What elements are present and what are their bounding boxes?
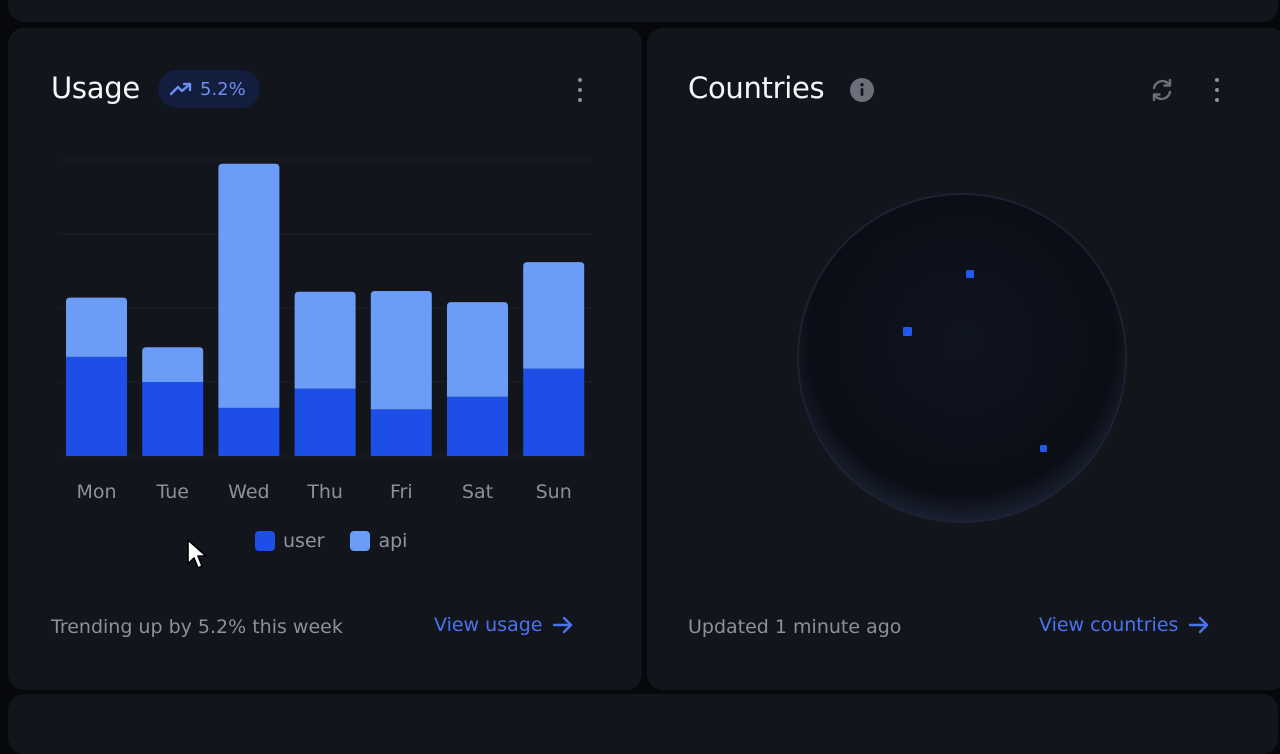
bar-api-sat[interactable]	[447, 302, 508, 397]
bar-user-fri[interactable]	[370, 409, 432, 456]
legend-item-api[interactable]: api	[350, 530, 407, 552]
bar-user-wed[interactable]	[218, 407, 280, 456]
view-usage-link[interactable]: View usage	[434, 614, 574, 636]
legend-swatch-api	[350, 531, 371, 551]
legend-item-user[interactable]: user	[255, 530, 324, 552]
mouse-cursor-icon	[187, 539, 207, 569]
usage-footer-text: Trending up by 5.2% this week	[51, 616, 343, 638]
countries-card: Countries Updated 1 minute ago View coun…	[647, 28, 1280, 690]
x-tick-label: Fri	[390, 481, 413, 503]
refresh-icon[interactable]	[1149, 77, 1175, 107]
view-countries-link[interactable]: View countries	[1039, 614, 1210, 636]
view-usage-label: View usage	[434, 614, 543, 636]
bar-user-thu[interactable]	[294, 388, 356, 456]
bottom-card-strip	[8, 694, 1278, 754]
country-marker[interactable]	[1040, 445, 1047, 452]
arrow-right-icon	[553, 616, 573, 634]
bar-api-wed[interactable]	[218, 163, 280, 408]
bar-api-tue[interactable]	[142, 347, 204, 382]
bar-api-thu[interactable]	[294, 291, 356, 389]
x-tick-label: Sun	[536, 481, 572, 503]
arrow-right-icon	[1189, 616, 1209, 634]
x-tick-label: Tue	[155, 481, 188, 503]
countries-title: Countries	[688, 71, 825, 105]
usage-bar-chart: Mon Tue Wed Thu Fri Sat Sun	[58, 159, 592, 503]
bar-user-sat[interactable]	[447, 396, 508, 456]
legend-swatch-user	[255, 531, 275, 551]
bar-api-fri[interactable]	[370, 290, 432, 410]
country-marker[interactable]	[903, 327, 912, 336]
countries-more-menu-icon[interactable]	[1213, 78, 1221, 102]
countries-footer-text: Updated 1 minute ago	[688, 616, 902, 638]
legend-label-user: user	[283, 530, 325, 552]
view-countries-label: View countries	[1039, 614, 1179, 636]
usage-card: Usage 5.2% Mon Tue Wed Thu Fri Sat Sun user ap…	[8, 28, 642, 690]
chart-legend: user api	[255, 530, 407, 552]
bar-user-sun[interactable]	[523, 368, 585, 456]
country-marker[interactable]	[966, 270, 974, 278]
globe-visualization[interactable]	[797, 193, 1127, 523]
info-icon[interactable]	[850, 78, 874, 102]
x-tick-label: Thu	[306, 481, 343, 503]
bar-api-mon[interactable]	[66, 297, 127, 357]
top-card-strip	[8, 0, 1278, 22]
bar-user-tue[interactable]	[142, 382, 204, 456]
x-tick-label: Mon	[76, 481, 116, 503]
legend-label-api: api	[378, 530, 408, 552]
bar-user-mon[interactable]	[66, 356, 127, 456]
bar-api-sun[interactable]	[523, 262, 585, 369]
x-tick-label: Sat	[462, 481, 493, 503]
x-tick-label: Wed	[228, 481, 269, 503]
